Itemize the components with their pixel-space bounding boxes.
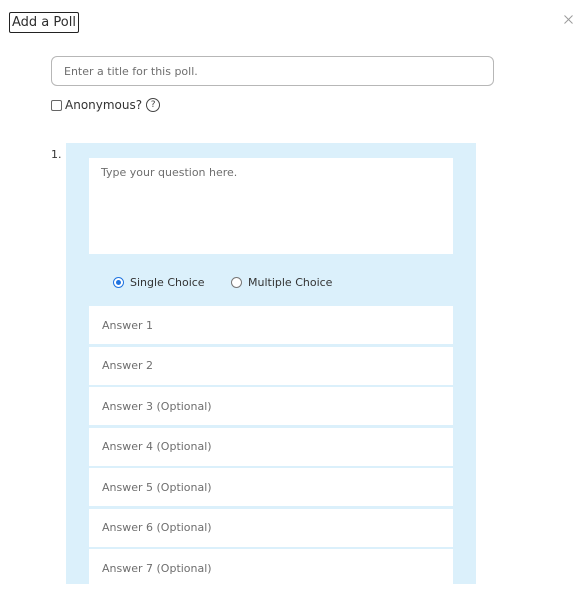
anonymous-option: Anonymous? ?	[51, 97, 161, 113]
single-choice-label: Single Choice	[130, 275, 205, 289]
help-icon[interactable]: ?	[146, 98, 161, 112]
question-input[interactable]	[89, 158, 453, 254]
close-button[interactable]	[561, 12, 575, 26]
answer-list	[89, 306, 453, 590]
anonymous-label: Anonymous?	[65, 98, 143, 112]
single-choice-radio[interactable]	[113, 276, 124, 288]
answer-1-input[interactable]	[89, 306, 453, 344]
question-number: 1.	[51, 148, 62, 161]
multiple-choice-radio[interactable]	[231, 276, 242, 288]
single-choice-option[interactable]: Single Choice	[113, 274, 205, 290]
answer-2-input[interactable]	[89, 346, 453, 385]
multiple-choice-label: Multiple Choice	[248, 275, 333, 289]
answer-3-input[interactable]	[89, 387, 453, 425]
answer-6-input[interactable]	[89, 508, 453, 547]
question-panel: Single Choice Multiple Choice	[66, 143, 476, 587]
answer-4-input[interactable]	[89, 427, 453, 466]
answer-5-input[interactable]	[89, 468, 453, 506]
close-icon	[563, 14, 573, 24]
multiple-choice-option[interactable]: Multiple Choice	[231, 274, 332, 290]
answer-7-input[interactable]	[89, 549, 453, 587]
anonymous-checkbox[interactable]	[51, 99, 62, 111]
poll-title-input[interactable]	[51, 56, 494, 86]
dialog-title: Add a Poll	[9, 12, 79, 33]
